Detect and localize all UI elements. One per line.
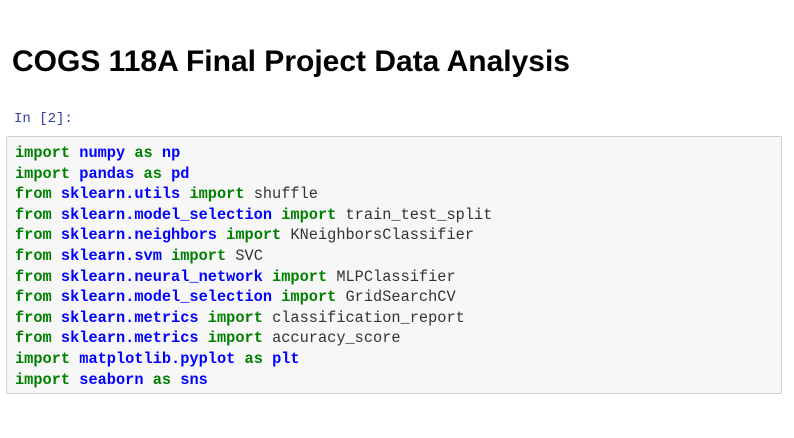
code-line: from sklearn.neural_network import MLPCl… [15, 267, 492, 288]
code-keyword: from [15, 329, 52, 348]
code-line: import pandas as pd [15, 164, 492, 185]
code-line: from sklearn.model_selection import trai… [15, 205, 492, 226]
code-imported-name: shuffle [253, 185, 318, 204]
code-keyword: as [244, 349, 263, 368]
code-keyword: import [281, 288, 337, 307]
code-module: sklearn.model_selection [60, 205, 273, 224]
code-keyword: from [15, 288, 52, 307]
code-keyword: as [152, 370, 172, 389]
code-line: import numpy as np [15, 143, 492, 164]
code-module: sklearn.metrics [60, 329, 199, 348]
cell-input-prompt: In [2]: [14, 111, 73, 127]
code-module: sklearn.model_selection [60, 288, 273, 307]
code-module: seaborn [79, 370, 144, 389]
code-keyword: as [143, 164, 162, 183]
code-line: from sklearn.svm import SVC [15, 246, 492, 267]
code-keyword: from [15, 205, 52, 224]
code-keyword: from [15, 308, 52, 327]
code-imported-name: GridSearchCV [345, 288, 456, 307]
code-imported-name: KNeighborsClassifier [290, 226, 475, 245]
code-keyword: from [15, 267, 52, 286]
code-alias: plt [272, 349, 300, 368]
code-module: sklearn.svm [60, 246, 162, 265]
code-line: from sklearn.neighbors import KNeighbors… [15, 225, 492, 246]
code-module: pandas [79, 164, 135, 183]
code-alias: pd [171, 164, 190, 183]
code-line: from sklearn.metrics import classificati… [15, 308, 492, 329]
code-module: matplotlib.pyplot [79, 349, 236, 368]
code-keyword: from [15, 226, 52, 245]
code-alias: sns [180, 370, 208, 389]
code-keyword: from [15, 246, 52, 265]
code-keyword: import [207, 329, 263, 348]
code-module: numpy [79, 144, 126, 162]
code-line: from sklearn.model_selection import Grid… [15, 287, 492, 308]
code-keyword: as [134, 144, 153, 162]
code-keyword: import [15, 349, 71, 368]
page-title: COGS 118A Final Project Data Analysis [12, 45, 570, 78]
code-imported-name: train_test_split [345, 205, 493, 224]
code-cell-input[interactable]: import numpy as np import pandas as pd fro… [6, 136, 782, 394]
code-line: import seaborn as sns [15, 370, 492, 391]
code-line: from sklearn.metrics import accuracy_sco… [15, 328, 492, 349]
code-keyword: import [15, 164, 71, 183]
code-line: from sklearn.utils import shuffle [15, 184, 492, 205]
code-module: sklearn.neighbors [60, 226, 217, 245]
code-keyword: from [15, 185, 52, 204]
code-keyword: import [207, 308, 263, 327]
code-keyword: import [15, 144, 71, 162]
code-module: sklearn.neural_network [60, 267, 263, 286]
code-keyword: import [226, 226, 282, 245]
code-module: sklearn.utils [60, 185, 181, 204]
code-imported-name: classification_report [272, 308, 465, 327]
code-keyword: import [272, 267, 328, 286]
code-alias: np [161, 144, 181, 162]
code-keyword: import [281, 205, 337, 224]
code-keyword: import [189, 185, 245, 204]
code-editor[interactable]: import numpy as np import pandas as pd fro… [15, 143, 492, 390]
code-imported-name: MLPClassifier [336, 267, 456, 286]
code-line: import matplotlib.pyplot as plt [15, 349, 492, 370]
code-module: sklearn.metrics [60, 308, 199, 327]
code-keyword: import [171, 246, 227, 265]
code-keyword: import [15, 370, 71, 389]
code-imported-name: accuracy_score [272, 329, 401, 348]
code-imported-name: SVC [235, 246, 263, 265]
